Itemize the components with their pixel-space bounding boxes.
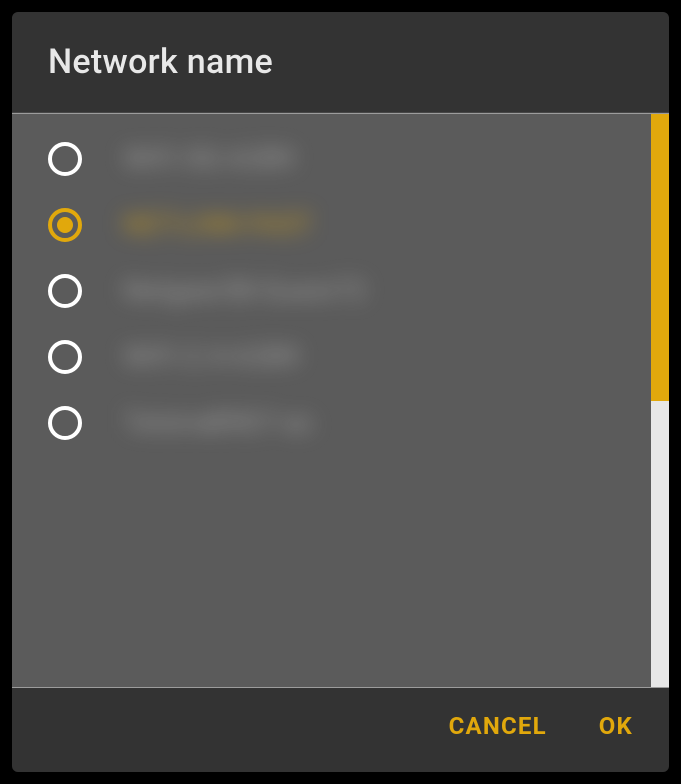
ok-button[interactable]: OK <box>599 712 633 740</box>
network-list[interactable]: WiFi-5G-A2B9 NET-LINK-FAST Netgear58-Gue… <box>12 114 651 687</box>
cancel-button[interactable]: CANCEL <box>449 712 547 740</box>
network-label: Netgear58-Guest72 <box>124 276 367 306</box>
dialog-header: Network name <box>12 12 669 113</box>
network-list-item[interactable]: WiFi-5G-A2B9 <box>12 126 651 192</box>
dialog-actions: CANCEL OK <box>12 688 669 772</box>
radio-icon[interactable] <box>48 274 82 308</box>
network-label: TelstraB9D7-ac <box>124 408 314 438</box>
network-label: WiFi-2.4-A2B9 <box>124 342 300 372</box>
network-label: NET-LINK-FAST <box>124 210 313 240</box>
network-list-item[interactable]: WiFi-2.4-A2B9 <box>12 324 651 390</box>
radio-icon[interactable] <box>48 142 82 176</box>
radio-icon[interactable] <box>48 208 82 242</box>
scrollbar-thumb[interactable] <box>651 114 669 401</box>
network-list-item[interactable]: TelstraB9D7-ac <box>12 390 651 456</box>
network-list-container: WiFi-5G-A2B9 NET-LINK-FAST Netgear58-Gue… <box>12 113 669 688</box>
radio-icon[interactable] <box>48 340 82 374</box>
network-list-item[interactable]: Netgear58-Guest72 <box>12 258 651 324</box>
scrollbar-track[interactable] <box>651 114 669 687</box>
network-name-dialog: Network name WiFi-5G-A2B9 NET-LINK-FAST … <box>10 10 671 774</box>
radio-icon[interactable] <box>48 406 82 440</box>
network-list-item[interactable]: NET-LINK-FAST <box>12 192 651 258</box>
dialog-title: Network name <box>48 42 633 82</box>
network-label: WiFi-5G-A2B9 <box>124 144 295 174</box>
